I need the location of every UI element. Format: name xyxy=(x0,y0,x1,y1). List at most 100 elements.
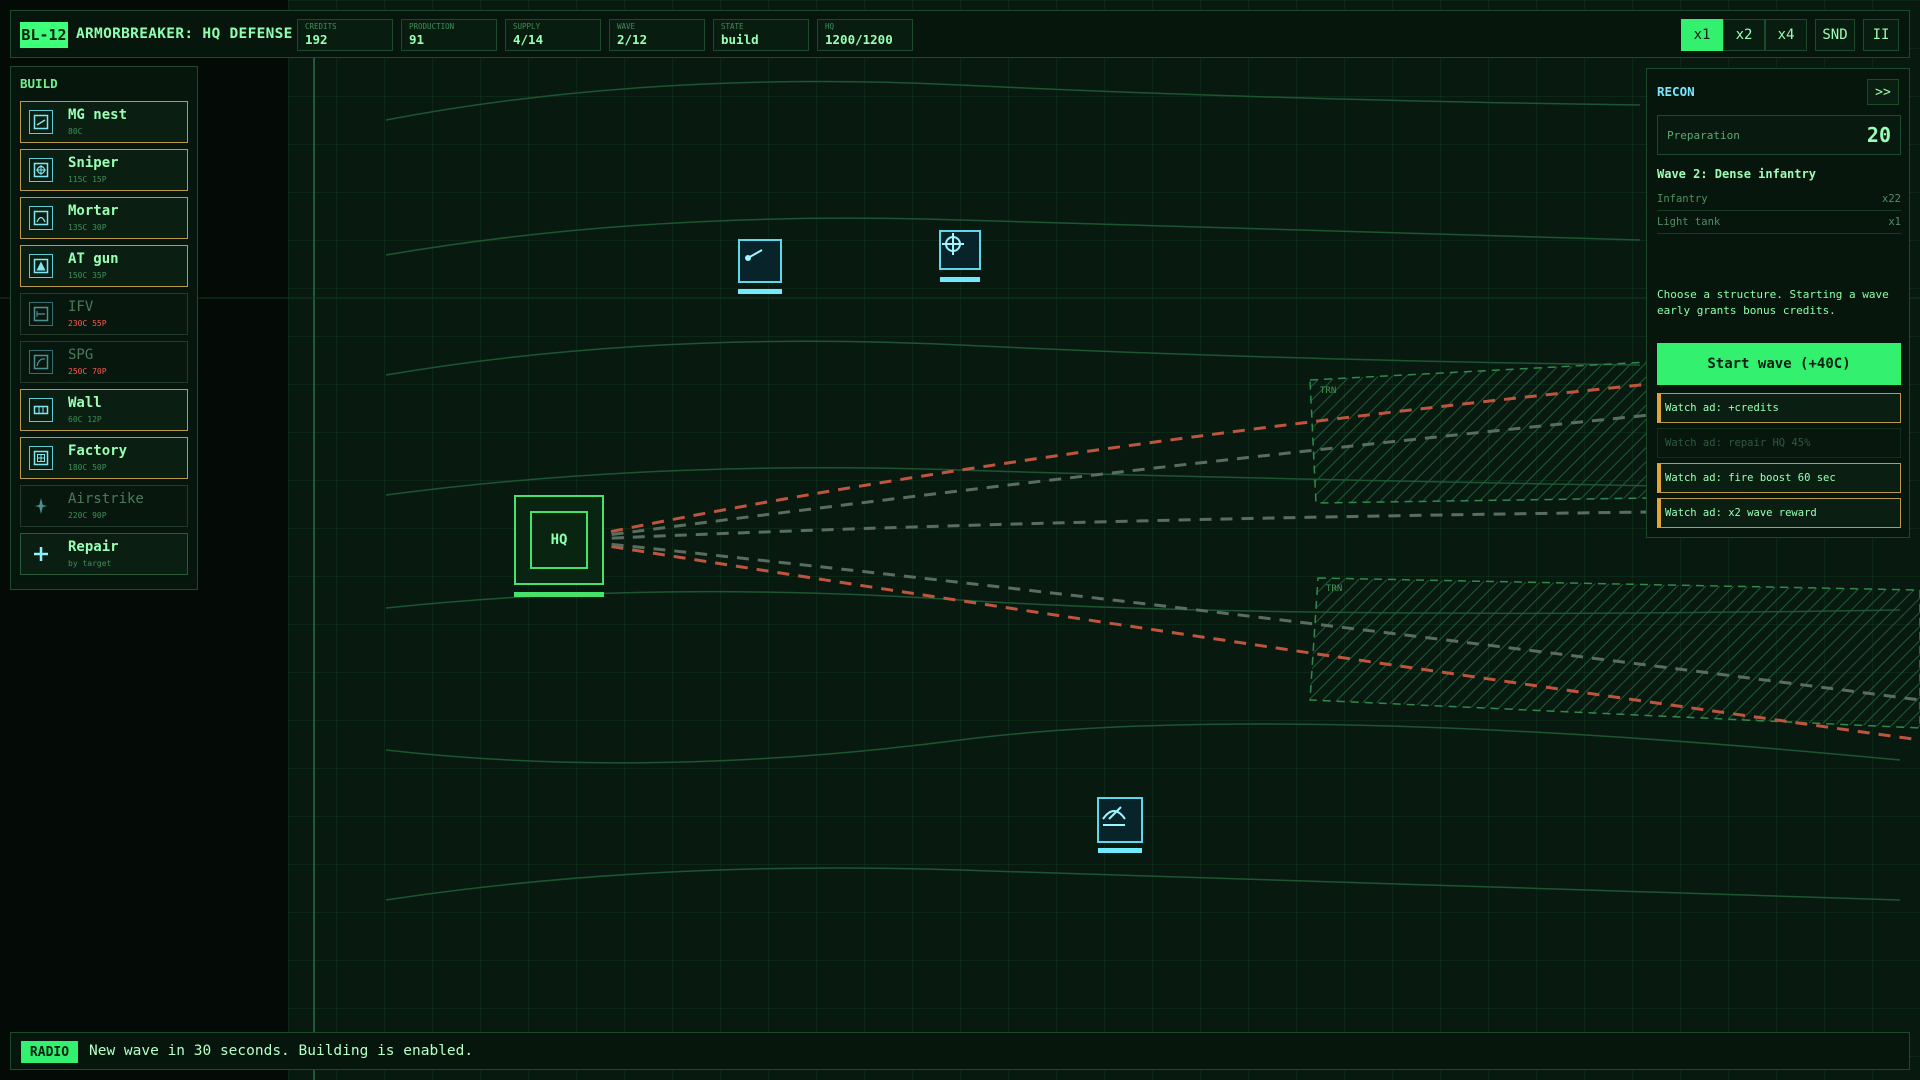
sound-button[interactable]: SND xyxy=(1815,19,1855,51)
sniper-unit[interactable] xyxy=(939,230,981,270)
recon-title: RECON xyxy=(1657,84,1695,99)
build-item-name: Factory xyxy=(68,443,128,459)
watch-ad-credits-button[interactable]: Watch ad: +credits xyxy=(1657,393,1901,423)
stat-wave: WAVE 2/12 xyxy=(609,19,705,51)
watch-ad-wave-reward-button[interactable]: Watch ad: x2 wave reward xyxy=(1657,498,1901,528)
spg-icon xyxy=(29,350,53,374)
stat-label: CREDITS xyxy=(305,22,337,31)
enemy-count: x22 xyxy=(1882,193,1901,205)
unit-health-bar xyxy=(940,277,980,282)
stat-value: build xyxy=(721,32,759,47)
build-item-wall[interactable]: Wall 60C 12P xyxy=(20,389,188,431)
watch-ad-repair-button[interactable]: Watch ad: repair HQ 45% xyxy=(1657,428,1901,458)
stat-value: 4/14 xyxy=(513,32,544,47)
build-item-name: Repair xyxy=(68,539,119,555)
speed-x4-button[interactable]: x4 xyxy=(1765,19,1807,51)
preparation-label: Preparation xyxy=(1667,129,1740,142)
hq-health-bar xyxy=(514,592,604,597)
build-item-name: IFV xyxy=(68,299,94,315)
radio-message: New wave in 30 seconds. Building is enab… xyxy=(89,1043,474,1059)
watch-ad-fire-boost-button[interactable]: Watch ad: fire boost 60 sec xyxy=(1657,463,1901,493)
build-item-name: MG nest xyxy=(68,107,128,123)
build-item-name: Mortar xyxy=(68,203,119,219)
wall-icon xyxy=(29,398,53,422)
factory-icon xyxy=(29,446,53,470)
wave-name: Wave 2: Dense infantry xyxy=(1657,167,1816,181)
build-item-sniper[interactable]: Sniper 115C 15P xyxy=(20,149,188,191)
at-gun-icon xyxy=(29,254,53,278)
mg-nest-icon xyxy=(29,110,53,134)
build-item-cost: 80C xyxy=(68,127,83,136)
build-item-cost: 150C 35P xyxy=(68,271,107,280)
stat-label: WAVE xyxy=(617,22,636,31)
mortar-icon xyxy=(29,206,53,230)
build-item-name: Wall xyxy=(68,395,102,411)
stat-value: 2/12 xyxy=(617,32,648,47)
collapse-button[interactable]: >> xyxy=(1867,79,1899,105)
start-wave-button[interactable]: Start wave (+40C) xyxy=(1657,343,1901,385)
build-title: BUILD xyxy=(20,76,58,91)
hq-building[interactable]: HQ xyxy=(514,495,604,585)
mortar-icon xyxy=(1102,806,1126,826)
build-panel: BUILD MG nest 80C Sniper 115C 15P Mortar… xyxy=(10,66,198,590)
enemy-name: Light tank xyxy=(1657,216,1721,228)
build-item-at-gun[interactable]: AT gun 150C 35P xyxy=(20,245,188,287)
radio-bar: RADIO New wave in 30 seconds. Building i… xyxy=(10,1032,1910,1070)
repair-icon xyxy=(29,542,53,566)
unit-health-bar xyxy=(1098,848,1142,853)
build-item-factory[interactable]: Factory 180C 50P xyxy=(20,437,188,479)
radio-tag: RADIO xyxy=(21,1041,78,1063)
unit-health-bar xyxy=(738,289,782,294)
pause-button[interactable]: II xyxy=(1863,19,1899,51)
recon-hint: Choose a structure. Starting a wave earl… xyxy=(1657,288,1889,317)
build-item-name: Airstrike xyxy=(68,491,144,507)
build-item-ifv[interactable]: IFV 230C 55P xyxy=(20,293,188,335)
top-bar: BL-12 ARMORBREAKER: HQ DEFENSE CREDITS 1… xyxy=(10,10,1910,58)
game-title: ARMORBREAKER: HQ DEFENSE xyxy=(76,26,293,42)
stat-hq: HQ 1200/1200 xyxy=(817,19,913,51)
speed-x1-button[interactable]: x1 xyxy=(1681,19,1723,51)
build-item-name: AT gun xyxy=(68,251,119,267)
stat-production: PRODUCTION 91 xyxy=(401,19,497,51)
build-item-cost: 220C 90P xyxy=(68,511,107,520)
enemy-count: x1 xyxy=(1888,216,1901,228)
build-item-repair[interactable]: Repair by target xyxy=(20,533,188,575)
mortar-unit[interactable] xyxy=(1097,797,1143,843)
stat-state: STATE build xyxy=(713,19,809,51)
stat-supply: SUPPLY 4/14 xyxy=(505,19,601,51)
enemy-row: Light tank x1 xyxy=(1657,212,1901,234)
terrain-zone-label: TRN xyxy=(1326,584,1343,594)
build-item-cost: 115C 15P xyxy=(68,175,107,184)
preparation-timer: Preparation 20 xyxy=(1657,115,1901,155)
airstrike-icon xyxy=(29,494,53,518)
stat-label: HQ xyxy=(825,22,835,31)
build-item-name: Sniper xyxy=(68,155,119,171)
stat-value: 1200/1200 xyxy=(825,32,893,47)
build-item-cost: by target xyxy=(68,559,112,568)
battlefield[interactable]: TRN TRN HQ xyxy=(0,0,1920,1080)
build-item-cost: 180C 50P xyxy=(68,463,107,472)
build-item-mg-nest[interactable]: MG nest 80C xyxy=(20,101,188,143)
crosshair-icon xyxy=(942,233,964,255)
build-item-spg[interactable]: SPG 250C 70P xyxy=(20,341,188,383)
stat-value: 192 xyxy=(305,32,328,47)
stat-label: PRODUCTION xyxy=(409,22,455,31)
speed-x2-button[interactable]: x2 xyxy=(1723,19,1765,51)
terrain-zone-label: TRN xyxy=(1320,386,1337,396)
stat-label: STATE xyxy=(721,22,744,31)
enemy-row: Infantry x22 xyxy=(1657,189,1901,211)
build-item-airstrike[interactable]: Airstrike 220C 90P xyxy=(20,485,188,527)
build-item-name: SPG xyxy=(68,347,94,363)
hq-label: HQ xyxy=(530,511,588,569)
build-item-cost: 250C 70P xyxy=(68,367,107,376)
enemy-name: Infantry xyxy=(1657,193,1708,205)
build-item-cost: 135C 30P xyxy=(68,223,107,232)
build-item-cost: 60C 12P xyxy=(68,415,102,424)
mg-nest-unit[interactable] xyxy=(738,239,782,283)
terrain-layer xyxy=(0,56,1920,1080)
sniper-icon xyxy=(29,158,53,182)
build-item-mortar[interactable]: Mortar 135C 30P xyxy=(20,197,188,239)
stat-value: 91 xyxy=(409,32,425,47)
mg-nest-icon xyxy=(745,249,763,261)
recon-panel: RECON >> Preparation 20 Wave 2: Dense in… xyxy=(1646,68,1910,538)
